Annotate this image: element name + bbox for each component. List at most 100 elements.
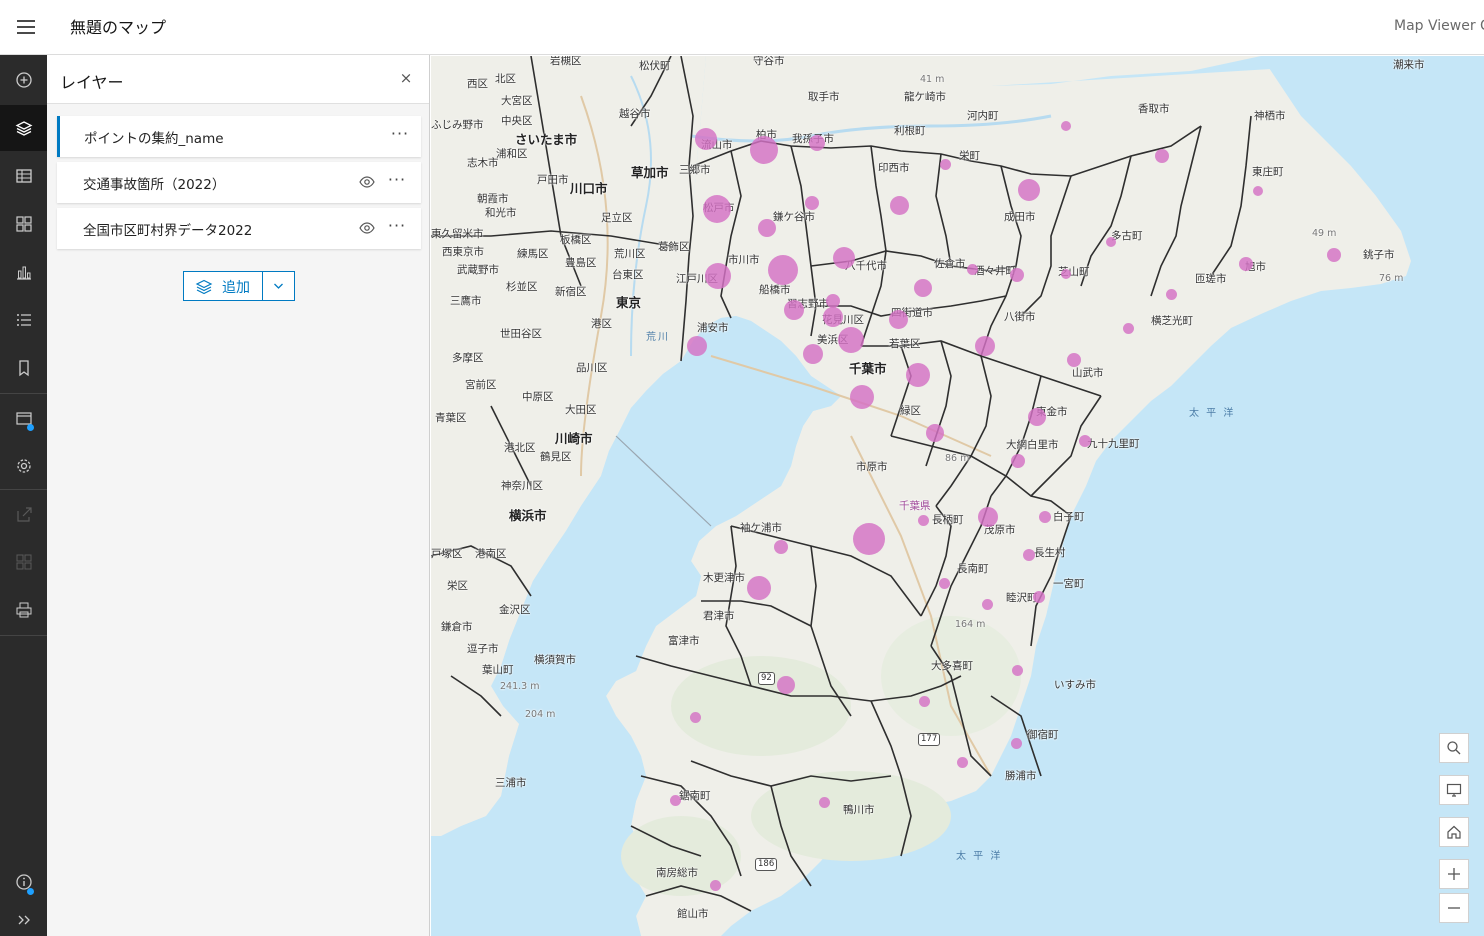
cluster-point[interactable] — [1028, 408, 1046, 426]
search-icon[interactable] — [1439, 733, 1469, 763]
map-label: いすみ市 — [1054, 679, 1096, 691]
map-title[interactable]: 無題のマップ — [70, 14, 166, 38]
cluster-point[interactable] — [695, 128, 717, 150]
cluster-point[interactable] — [1106, 237, 1116, 247]
cluster-point[interactable] — [1010, 268, 1024, 282]
cluster-point[interactable] — [1011, 738, 1022, 749]
cluster-point[interactable] — [758, 219, 776, 237]
cluster-point[interactable] — [1033, 591, 1045, 603]
cluster-point[interactable] — [703, 195, 731, 223]
create-app-icon[interactable] — [0, 539, 47, 585]
info-icon[interactable] — [0, 859, 47, 905]
cluster-point[interactable] — [890, 196, 909, 215]
cluster-point[interactable] — [1155, 149, 1169, 163]
cluster-point[interactable] — [1023, 549, 1035, 561]
add-layer-button[interactable]: 追加 — [183, 271, 263, 301]
cluster-point[interactable] — [826, 294, 840, 308]
cluster-point[interactable] — [819, 797, 830, 808]
more-options-icon[interactable]: ··· — [385, 170, 409, 194]
visibility-icon[interactable] — [358, 174, 376, 190]
action-rail — [0, 55, 47, 936]
cluster-point[interactable] — [750, 136, 778, 164]
zoom-in-icon[interactable] — [1439, 859, 1469, 889]
share-icon[interactable] — [0, 491, 47, 537]
legend-icon[interactable] — [0, 297, 47, 343]
cluster-point[interactable] — [1166, 289, 1177, 300]
cluster-point[interactable] — [774, 540, 788, 554]
expand-icon[interactable] — [0, 905, 47, 935]
cluster-point[interactable] — [957, 757, 968, 768]
cluster-point[interactable] — [919, 696, 930, 707]
cluster-point[interactable] — [1123, 323, 1134, 334]
cluster-point[interactable] — [833, 247, 855, 269]
table-icon[interactable] — [0, 153, 47, 199]
print-icon[interactable] — [0, 587, 47, 633]
zoom-out-icon[interactable] — [1439, 893, 1469, 923]
bookmarks-icon[interactable] — [0, 345, 47, 391]
cluster-point[interactable] — [939, 578, 950, 589]
cluster-point[interactable] — [940, 159, 951, 170]
cluster-point[interactable] — [1079, 435, 1091, 447]
cluster-point[interactable] — [838, 327, 864, 353]
cluster-point[interactable] — [777, 676, 795, 694]
cluster-point[interactable] — [889, 310, 908, 329]
cluster-point[interactable] — [1061, 121, 1071, 131]
chevron-down-icon[interactable] — [262, 271, 295, 301]
cluster-point[interactable] — [926, 424, 944, 442]
cluster-point[interactable] — [1061, 269, 1071, 279]
cluster-point[interactable] — [1012, 665, 1023, 676]
cluster-point[interactable] — [914, 279, 932, 297]
cluster-point[interactable] — [805, 196, 819, 210]
layer-item-accidents[interactable]: 交通事故箇所（2022） ··· — [57, 162, 421, 203]
cluster-point[interactable] — [1253, 186, 1263, 196]
close-icon[interactable]: × — [396, 69, 416, 89]
cluster-point[interactable] — [687, 336, 707, 356]
cluster-point[interactable] — [690, 712, 701, 723]
map-view[interactable]: 岩槻区 松伏町 守谷市 潮来市 西区 北区 大宮区 中央区 浦和区 さいたま市 … — [431, 56, 1484, 936]
cluster-point[interactable] — [710, 880, 721, 891]
cluster-point[interactable] — [1011, 454, 1025, 468]
add-icon[interactable] — [0, 57, 47, 103]
more-options-icon[interactable]: ··· — [385, 216, 409, 240]
menu-icon[interactable] — [13, 14, 39, 40]
cluster-point[interactable] — [1039, 511, 1051, 523]
layers-icon[interactable] — [0, 105, 47, 151]
more-options-icon[interactable]: ··· — [388, 124, 412, 148]
layer-item-cluster[interactable]: ポイントの集約_name ··· — [57, 116, 421, 157]
cluster-point[interactable] — [768, 255, 798, 285]
cluster-point[interactable] — [747, 576, 771, 600]
cluster-point[interactable] — [809, 135, 825, 151]
settings-icon[interactable] — [0, 443, 47, 489]
cluster-point[interactable] — [1067, 353, 1081, 367]
cluster-point[interactable] — [906, 363, 930, 387]
map-label: 金沢区 — [499, 604, 531, 616]
visibility-icon[interactable] — [358, 220, 376, 236]
cluster-point[interactable] — [1018, 179, 1040, 201]
cluster-point[interactable] — [784, 300, 804, 320]
cluster-point[interactable] — [850, 385, 874, 409]
cluster-point[interactable] — [1239, 257, 1253, 271]
cluster-point[interactable] — [978, 507, 998, 527]
basemap-icon[interactable] — [0, 201, 47, 247]
map-label: 香取市 — [1138, 103, 1170, 115]
map-label: 葉山町 — [482, 664, 514, 676]
layer-item-boundaries[interactable]: 全国市区町村界データ2022 ··· — [57, 208, 421, 249]
home-icon[interactable] — [1439, 817, 1469, 847]
cluster-point[interactable] — [1327, 248, 1341, 262]
cluster-point[interactable] — [975, 336, 995, 356]
cluster-point[interactable] — [967, 264, 978, 275]
cluster-point[interactable] — [982, 599, 993, 610]
map-label: 木更津市 — [703, 572, 745, 584]
map-label: 朝霞市 — [477, 193, 509, 205]
map-label: 銚子市 — [1363, 249, 1395, 261]
cluster-point[interactable] — [803, 344, 823, 364]
map-label: 武蔵野市 — [457, 264, 499, 276]
screen-icon[interactable] — [1439, 775, 1469, 805]
cluster-point[interactable] — [670, 795, 681, 806]
cluster-point[interactable] — [853, 523, 885, 555]
map-properties-icon[interactable] — [0, 395, 47, 441]
charts-icon[interactable] — [0, 249, 47, 295]
cluster-point[interactable] — [705, 263, 731, 289]
cluster-point[interactable] — [823, 307, 843, 327]
cluster-point[interactable] — [918, 515, 929, 526]
